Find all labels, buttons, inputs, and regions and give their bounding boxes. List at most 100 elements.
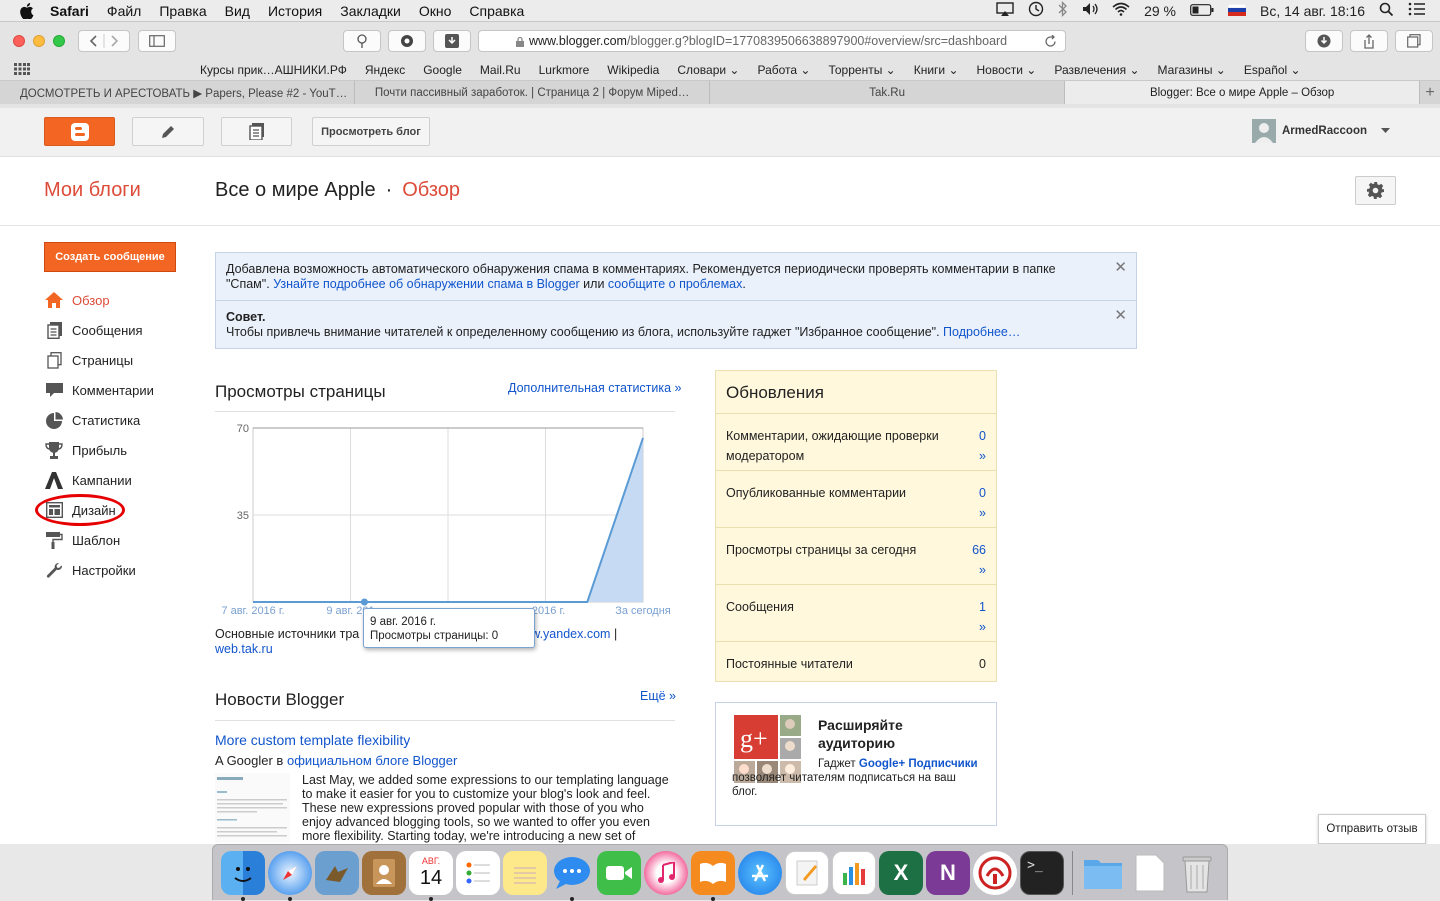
ibooks-icon[interactable]: [691, 850, 735, 901]
onenote-icon[interactable]: N: [926, 850, 970, 895]
report-problem-link[interactable]: сообщите о проблемах: [608, 277, 742, 291]
bookmark-item[interactable]: Курсы прик…АШНИКИ.РФ: [200, 63, 347, 77]
bookmark-item[interactable]: Wikipedia: [607, 63, 659, 77]
bookmark-folder[interactable]: Магазины ⌄: [1158, 63, 1226, 77]
minimize-window-button[interactable]: [33, 35, 45, 47]
bookmark-folder[interactable]: Словари ⌄: [677, 63, 739, 77]
send-feedback-button[interactable]: Отправить отзыв: [1318, 814, 1426, 844]
menu-view[interactable]: Вид: [225, 3, 250, 19]
reminders-icon[interactable]: [456, 850, 500, 895]
apple-menu-icon[interactable]: [20, 2, 36, 19]
sidebar-item-campaigns[interactable]: Кампании: [44, 465, 176, 495]
address-bar[interactable]: www.blogger.com/blogger.g?blogID=1770839…: [478, 30, 1066, 52]
applications-folder-icon[interactable]: [1081, 851, 1125, 895]
sidebar-item-layout[interactable]: Дизайн: [35, 494, 176, 526]
messages-icon[interactable]: [550, 851, 594, 901]
itunes-icon[interactable]: [644, 850, 688, 895]
menu-safari[interactable]: Safari: [50, 3, 89, 19]
downloads-button[interactable]: [1305, 30, 1343, 52]
pages-app-icon[interactable]: [785, 850, 829, 895]
bookmark-folder[interactable]: Торренты ⌄: [828, 63, 895, 77]
news-thumbnail[interactable]: [215, 773, 290, 843]
more-stats-link[interactable]: Дополнительная статистика »: [508, 381, 682, 395]
finder-icon[interactable]: [221, 850, 265, 901]
facetime-icon[interactable]: [597, 850, 641, 895]
terminal-icon[interactable]: >_: [1020, 850, 1064, 895]
news-blog-link[interactable]: официальном блоге Blogger: [287, 753, 457, 768]
ghostery-extension-icon[interactable]: [388, 30, 426, 52]
bookmarks-grid-icon[interactable]: [14, 62, 30, 78]
zoom-window-button[interactable]: [53, 35, 65, 47]
tip-more-link[interactable]: Подробнее…: [943, 325, 1020, 339]
sidebar-item-template[interactable]: Шаблон: [44, 525, 176, 555]
create-post-button[interactable]: Создать сообщение: [44, 242, 176, 272]
menu-history[interactable]: История: [268, 3, 322, 19]
mail-eagle-icon[interactable]: [315, 850, 359, 895]
notification-center-icon[interactable]: [1408, 2, 1426, 19]
sidebar-item-overview[interactable]: Обзор: [44, 285, 176, 315]
pageviews-chart[interactable]: 7035 7 авг. 2016 г. 9 авг. 201. 2016 г. За…: [215, 418, 675, 618]
sidebar-item-pages[interactable]: Страницы: [44, 345, 176, 375]
document-icon[interactable]: [1128, 851, 1172, 895]
time-machine-icon[interactable]: [1028, 1, 1044, 20]
back-forward-buttons[interactable]: [78, 30, 130, 52]
menu-window[interactable]: Окно: [419, 3, 452, 19]
spotlight-icon[interactable]: [1379, 2, 1394, 20]
bookmark-item[interactable]: Mail.Ru: [480, 63, 521, 77]
bluetooth-icon[interactable]: [1058, 0, 1068, 20]
new-post-pencil-button[interactable]: [132, 117, 204, 146]
notes-icon[interactable]: [503, 850, 547, 895]
bookmark-item[interactable]: Google: [423, 63, 462, 77]
browser-tab[interactable]: Почти пассивный заработок. | Страница 2 …: [355, 81, 711, 104]
reload-icon[interactable]: [1044, 35, 1057, 48]
tab-overview-button[interactable]: [1395, 30, 1433, 52]
sidebar-item-comments[interactable]: Комментарии: [44, 375, 176, 405]
excel-icon[interactable]: X: [879, 850, 923, 895]
news-more-link[interactable]: Ещё »: [640, 689, 676, 703]
share-button[interactable]: [1350, 30, 1388, 52]
sidebar-item-settings[interactable]: Настройки: [44, 555, 176, 585]
account-menu[interactable]: ArmedRaccoon: [1252, 119, 1390, 143]
sidebar-item-stats[interactable]: Статистика: [44, 405, 176, 435]
bookmark-folder[interactable]: Книги ⌄: [914, 63, 959, 77]
safari-app-icon[interactable]: [268, 850, 312, 901]
bookmark-folder[interactable]: Развлечения ⌄: [1054, 63, 1139, 77]
trash-icon[interactable]: [1175, 851, 1219, 895]
blogger-logo-button[interactable]: [44, 117, 115, 146]
browser-tab-active[interactable]: Blogger: Все о мире Apple – Обзор: [1065, 81, 1421, 104]
airplay-icon[interactable]: [996, 2, 1014, 19]
bookmark-folder[interactable]: Новости ⌄: [977, 63, 1037, 77]
updates-row-value-link[interactable]: 66»: [968, 540, 986, 584]
browser-tab[interactable]: Tak.Ru: [710, 81, 1066, 104]
russian-flag-icon[interactable]: [1227, 3, 1247, 19]
browser-tab[interactable]: ДОСМОТРЕТЬ И АРЕСТОВАТЬ ▶ Papers, Please…: [0, 81, 356, 104]
sidebar-item-earnings[interactable]: Прибыль: [44, 435, 176, 465]
view-blog-button[interactable]: Просмотреть блог: [312, 117, 430, 146]
app-store-icon[interactable]: [738, 850, 782, 895]
menu-file[interactable]: Файл: [107, 3, 141, 19]
sidebar-item-posts[interactable]: Сообщения: [44, 315, 176, 345]
close-icon[interactable]: ✕: [1114, 308, 1127, 323]
menu-bookmarks[interactable]: Закладки: [340, 3, 401, 19]
bookmark-item[interactable]: Lurkmore: [539, 63, 590, 77]
spam-learn-more-link[interactable]: Узнайте подробнее об обнаружении спама в…: [273, 277, 580, 291]
source-link-yandex[interactable]: w.yandex.com: [531, 627, 610, 641]
source-link-tak[interactable]: web.tak.ru: [215, 642, 273, 656]
clock[interactable]: Вс, 14 авг. 18:16: [1260, 3, 1365, 19]
wifi-icon[interactable]: [1112, 2, 1130, 19]
updates-row-value-link[interactable]: 0»: [968, 483, 986, 527]
my-blogs-link[interactable]: Мои блоги: [44, 179, 141, 202]
contacts-icon[interactable]: [362, 850, 406, 895]
bookmark-folder[interactable]: Работа ⌄: [757, 63, 810, 77]
menu-help[interactable]: Справка: [469, 3, 524, 19]
close-window-button[interactable]: [13, 35, 25, 47]
menu-edit[interactable]: Правка: [159, 3, 206, 19]
settings-gear-button[interactable]: [1355, 176, 1396, 205]
bookmark-folder[interactable]: Español ⌄: [1244, 63, 1301, 77]
shield-app-icon[interactable]: [973, 850, 1017, 895]
volume-icon[interactable]: [1082, 2, 1098, 19]
battery-icon[interactable]: [1190, 3, 1214, 19]
posts-list-button[interactable]: [221, 117, 292, 146]
pin-extension-icon[interactable]: [343, 30, 381, 52]
sidebar-toggle-button[interactable]: [138, 30, 176, 52]
